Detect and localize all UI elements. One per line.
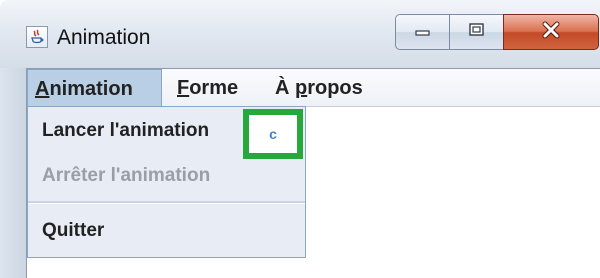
minimize-button[interactable] [395,14,449,50]
highlight-box: c [243,109,303,159]
cursor-indicator: c [269,126,277,142]
menu-a-propos-mnemonic: p [295,77,308,99]
menu-animation-label: nimation [49,78,133,100]
maximize-icon [468,22,486,43]
menu-item-stop-animation: Arrêter l'animation [28,155,305,201]
maximize-button[interactable] [449,14,503,50]
menu-a-propos[interactable]: À propos [268,69,370,107]
menu-forme-label: orme [189,77,239,99]
menu-a-propos-prefix: À [275,77,295,99]
close-icon [540,21,562,44]
menu-item-quit[interactable]: Quitter [28,204,305,257]
menu-bar: Animation Forme À propos [27,69,600,107]
caption-buttons [395,14,599,50]
menu-a-propos-label: ropos [307,77,363,99]
minimize-icon [414,23,432,42]
client-area: Animation Forme À propos Lancer l'animat… [26,68,600,278]
menu-animation[interactable]: Animation [27,69,162,107]
menu-forme-mnemonic: F [177,77,190,99]
menu-forme[interactable]: Forme [170,69,245,107]
title-bar[interactable]: Animation [0,0,600,68]
close-button[interactable] [503,14,599,50]
window-frame-left [0,68,26,278]
java-icon[interactable] [26,26,48,48]
menu-animation-mnemonic: A [35,78,50,100]
window-title: Animation [57,26,151,49]
application-window: Animation Animation Forme À propos Lance… [0,0,600,278]
